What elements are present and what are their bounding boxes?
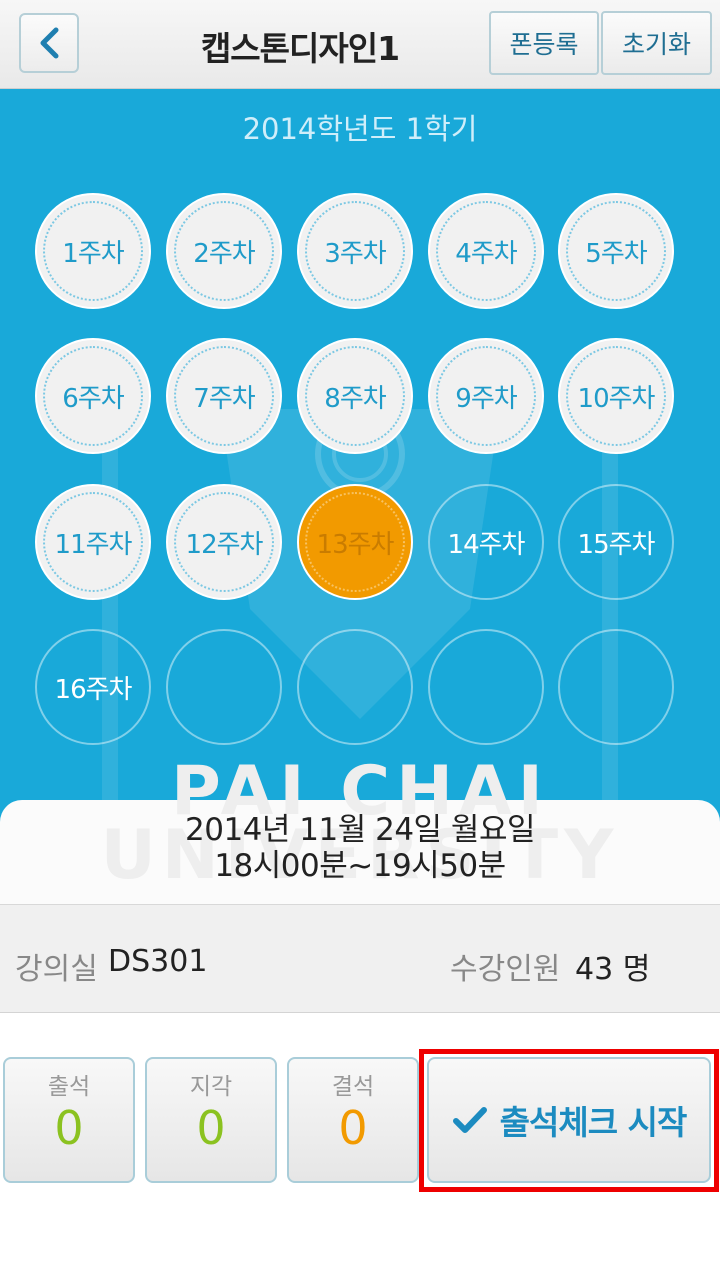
back-button[interactable]: [19, 13, 79, 73]
week-label: 1주차: [62, 238, 124, 269]
week-label: 8주차: [324, 383, 386, 414]
page-title: 캡스톤디자인1: [200, 29, 400, 68]
late-count-box: 지각 0: [145, 1057, 277, 1183]
week-button[interactable]: 16주차: [35, 629, 151, 745]
start-attendance-label: 출석체크 시작: [499, 1103, 688, 1142]
class-info-row: 강의실 DS301 수강인원 43 명: [0, 905, 720, 1013]
capacity-value: 43 명: [575, 952, 651, 987]
week-grid-panel: 2014학년도 1학기 1주차 2주차 3주차 4주차 5주차 6주차 7주차 8주차 9주차 1…: [0, 89, 720, 829]
week-label: 7주차: [193, 383, 255, 414]
chevron-left-icon: [40, 27, 59, 59]
week-slot-empty: [428, 629, 544, 745]
week-button[interactable]: 15주차: [558, 484, 674, 600]
week-button[interactable]: 1주차: [35, 193, 151, 309]
attend-count-box: 출석 0: [3, 1057, 135, 1183]
session-date: 2014년 11월 24일 월요일: [185, 812, 535, 848]
week-button[interactable]: 11주차: [35, 484, 151, 600]
week-button[interactable]: 8주차: [297, 338, 413, 454]
week-label: 2주차: [193, 238, 255, 269]
week-label: 12주차: [185, 529, 264, 560]
week-slot-empty: [166, 629, 282, 745]
session-date-card: PAI CHAI UNIVERSITY 2014년 11월 24일 월요일 18…: [0, 758, 720, 905]
checkmark-icon: [452, 1107, 487, 1133]
start-attendance-button[interactable]: 출석체크 시작: [427, 1057, 711, 1183]
week-slot-empty: [558, 629, 674, 745]
session-time: 18시00분~19시50분: [214, 848, 506, 884]
week-button[interactable]: 5주차: [558, 193, 674, 309]
top-bar: 캡스톤디자인1 폰등록 초기화: [0, 0, 720, 89]
week-label: 11주차: [54, 529, 133, 560]
week-button[interactable]: 13주차: [297, 484, 413, 600]
week-button[interactable]: 2주차: [166, 193, 282, 309]
week-label: 5주차: [585, 238, 647, 269]
room-label: 강의실: [15, 952, 98, 987]
week-button[interactable]: 10주차: [558, 338, 674, 454]
late-value: 0: [196, 1101, 226, 1155]
week-label: 9주차: [455, 383, 517, 414]
attend-value: 0: [54, 1101, 84, 1155]
week-button[interactable]: 4주차: [428, 193, 544, 309]
room-value: DS301: [108, 944, 208, 979]
semester-label: 2014학년도 1학기: [242, 112, 478, 146]
week-label: 16주차: [54, 674, 133, 705]
week-label: 3주차: [324, 238, 386, 269]
week-label: 14주차: [447, 529, 526, 560]
week-label: 15주차: [577, 529, 656, 560]
reset-button[interactable]: 초기화: [601, 11, 712, 75]
attend-label: 출석: [47, 1074, 91, 1100]
week-button[interactable]: 9주차: [428, 338, 544, 454]
absent-value: 0: [338, 1101, 368, 1155]
font-register-button[interactable]: 폰등록: [489, 11, 599, 75]
week-button[interactable]: 14주차: [428, 484, 544, 600]
week-slot-empty: [297, 629, 413, 745]
week-button[interactable]: 7주차: [166, 338, 282, 454]
week-button[interactable]: 3주차: [297, 193, 413, 309]
week-label: 6주차: [62, 383, 124, 414]
capacity-label: 수강인원: [450, 952, 561, 987]
week-button[interactable]: 6주차: [35, 338, 151, 454]
absent-count-box: 결석 0: [287, 1057, 419, 1183]
week-button[interactable]: 12주차: [166, 484, 282, 600]
week-label: 10주차: [577, 383, 656, 414]
late-label: 지각: [189, 1074, 233, 1100]
absent-label: 결석: [331, 1074, 375, 1100]
week-label: 4주차: [455, 238, 517, 269]
week-label: 13주차: [316, 529, 395, 560]
